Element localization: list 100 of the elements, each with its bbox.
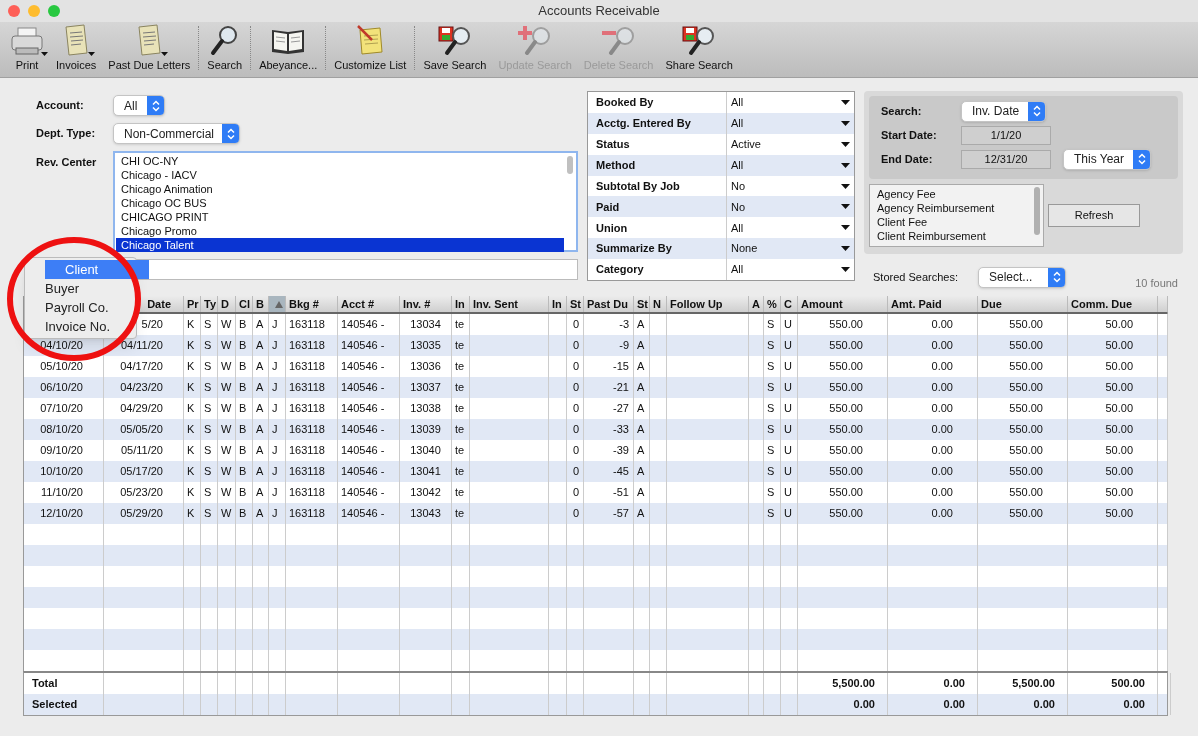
dept-type-select[interactable]: Non-Commercial xyxy=(113,123,240,144)
filter-dropdown[interactable]: All xyxy=(727,217,854,239)
table-cell-text: 0.00 xyxy=(931,443,953,459)
toolbar-button[interactable]: Abeyance... xyxy=(253,22,324,73)
column-header[interactable]: In xyxy=(452,296,470,312)
stored-searches-select[interactable]: Select... xyxy=(978,266,1066,288)
column-header[interactable]: % xyxy=(764,296,781,312)
filter-dropdown[interactable]: Active xyxy=(727,133,854,155)
table-cell-text: U xyxy=(784,380,792,396)
table-cell-text: 13035 xyxy=(410,338,441,354)
table-cell-text: -27 xyxy=(613,401,629,417)
column-header[interactable]: In xyxy=(549,296,567,312)
result-count: 10 found xyxy=(1135,276,1178,291)
date-range-select[interactable]: This Year xyxy=(1063,148,1151,170)
list-item[interactable]: Chicago Talent xyxy=(116,238,564,252)
table-cell-text: K xyxy=(187,380,195,396)
footer-label: Selected xyxy=(32,697,78,713)
column-header[interactable]: Due xyxy=(978,296,1068,312)
refresh-button[interactable]: Refresh xyxy=(1048,204,1140,227)
table-cell-text: 50.00 xyxy=(1105,338,1133,354)
table-cell-text: A xyxy=(637,506,645,522)
table-cell-text: W xyxy=(221,401,232,417)
column-header[interactable]: Inv. # xyxy=(400,296,452,312)
minimize-button[interactable] xyxy=(28,5,40,17)
filter-dropdown[interactable]: None xyxy=(727,238,854,260)
table-cell-text: U xyxy=(784,422,792,438)
end-date-field[interactable]: 12/31/20 xyxy=(961,149,1051,169)
zoom-button[interactable] xyxy=(48,5,60,17)
table-cell-text: 05/29/20 xyxy=(120,506,163,522)
table-cell-text: 0 xyxy=(572,506,579,522)
scrollbar-thumb[interactable] xyxy=(567,156,573,174)
table-cell-text: S xyxy=(204,338,212,354)
column-header[interactable]: A xyxy=(749,296,764,312)
category-list[interactable]: Agency Fee Agency Reimbursement Client Fee Client Reimbursement xyxy=(869,184,1044,247)
column-header[interactable]: St xyxy=(634,296,650,312)
search-by-select[interactable]: Inv. Date xyxy=(961,100,1046,122)
column-header[interactable]: Past Du xyxy=(584,296,634,312)
table-cell-text: 550.00 xyxy=(829,485,863,501)
column-header[interactable]: Comm. Due xyxy=(1068,296,1158,312)
table-cell-text: S xyxy=(204,422,212,438)
table-cell-text: 50.00 xyxy=(1105,443,1133,459)
column-header[interactable]: Inv. Sent xyxy=(470,296,549,312)
filter-dropdown[interactable]: All xyxy=(727,154,854,176)
close-button[interactable] xyxy=(8,5,20,17)
column-header[interactable]: Cl xyxy=(236,296,253,312)
table-cell-text: -3 xyxy=(619,317,629,333)
column-header[interactable]: Bkg # xyxy=(286,296,338,312)
table-cell-text: 04/17/20 xyxy=(120,359,163,375)
list-item[interactable]: Client Fee xyxy=(877,215,1031,229)
table-cell-text: 550.00 xyxy=(829,401,863,417)
toolbar-button[interactable]: Invoices xyxy=(50,22,103,73)
table-cell-text: 04/29/20 xyxy=(120,401,163,417)
toolbar-button[interactable]: Share Search xyxy=(659,22,739,73)
start-date-field[interactable]: 1/1/20 xyxy=(961,125,1051,145)
filter-dropdown[interactable]: No xyxy=(727,196,854,218)
filter-dropdown[interactable]: All xyxy=(727,259,854,280)
table-cell-text: 13038 xyxy=(410,401,441,417)
list-item[interactable]: Client Reimbursement xyxy=(877,229,1031,243)
column-header[interactable]: Ty xyxy=(201,296,218,312)
list-item[interactable]: Chicago - IACV xyxy=(116,168,564,182)
column-header[interactable] xyxy=(269,296,286,312)
rev-center-list[interactable]: CHI OC-NY Chicago - IACV Chicago Animation Chicago OC BUS CHICAGO PRINT Chicago Promo Chicago Talent xyxy=(113,151,578,252)
table-cell-text: 13043 xyxy=(410,506,441,522)
toolbar-button[interactable]: Past Due Letters xyxy=(102,22,197,73)
toolbar-button[interactable]: Search xyxy=(201,22,249,73)
list-item[interactable]: Agency Fee xyxy=(877,187,1031,201)
table-cell-text: 10/10/20 xyxy=(40,464,83,480)
column-header[interactable]: D xyxy=(218,296,236,312)
filter-dropdown[interactable]: All xyxy=(727,92,854,113)
column-header[interactable]: N xyxy=(650,296,667,312)
column-header[interactable]: St xyxy=(567,296,584,312)
footer-value: 0.00 xyxy=(1033,697,1055,713)
list-item[interactable]: CHICAGO PRINT xyxy=(116,210,564,224)
menu-item[interactable]: Client xyxy=(45,260,149,279)
table-cell-text: B xyxy=(239,422,247,438)
column-header[interactable]: Follow Up xyxy=(667,296,749,312)
list-item[interactable]: Chicago Promo xyxy=(116,224,564,238)
column-header[interactable]: Acct # xyxy=(338,296,400,312)
list-item[interactable]: Agency Reimbursement xyxy=(877,201,1031,215)
toolbar-button[interactable]: Print xyxy=(4,22,50,73)
toolbar-button[interactable]: Save Search xyxy=(417,22,493,73)
table-cell-text: K xyxy=(187,401,195,417)
caret-icon xyxy=(841,99,850,105)
list-item[interactable]: Chicago OC BUS xyxy=(116,196,564,210)
menu-item[interactable]: Buyer xyxy=(45,279,79,298)
column-header[interactable]: Pr xyxy=(184,296,201,312)
toolbar-button[interactable]: Customize List xyxy=(328,22,413,73)
list-item[interactable]: CHI OC-NY xyxy=(116,154,564,168)
column-header[interactable]: C xyxy=(781,296,798,312)
menu-item[interactable]: Invoice No. xyxy=(45,317,111,336)
table-cell-text: A xyxy=(637,401,645,417)
table-cell-text: U xyxy=(784,317,792,333)
scrollbar-thumb[interactable] xyxy=(1034,187,1040,235)
column-header[interactable]: Amt. Paid xyxy=(888,296,978,312)
column-header[interactable]: Amount xyxy=(798,296,888,312)
list-item[interactable]: Chicago Animation xyxy=(116,182,564,196)
filter-dropdown[interactable]: No xyxy=(727,175,854,197)
account-select[interactable]: All xyxy=(113,95,165,116)
footer-label: Total xyxy=(32,676,58,692)
filter-dropdown[interactable]: All xyxy=(727,112,854,134)
